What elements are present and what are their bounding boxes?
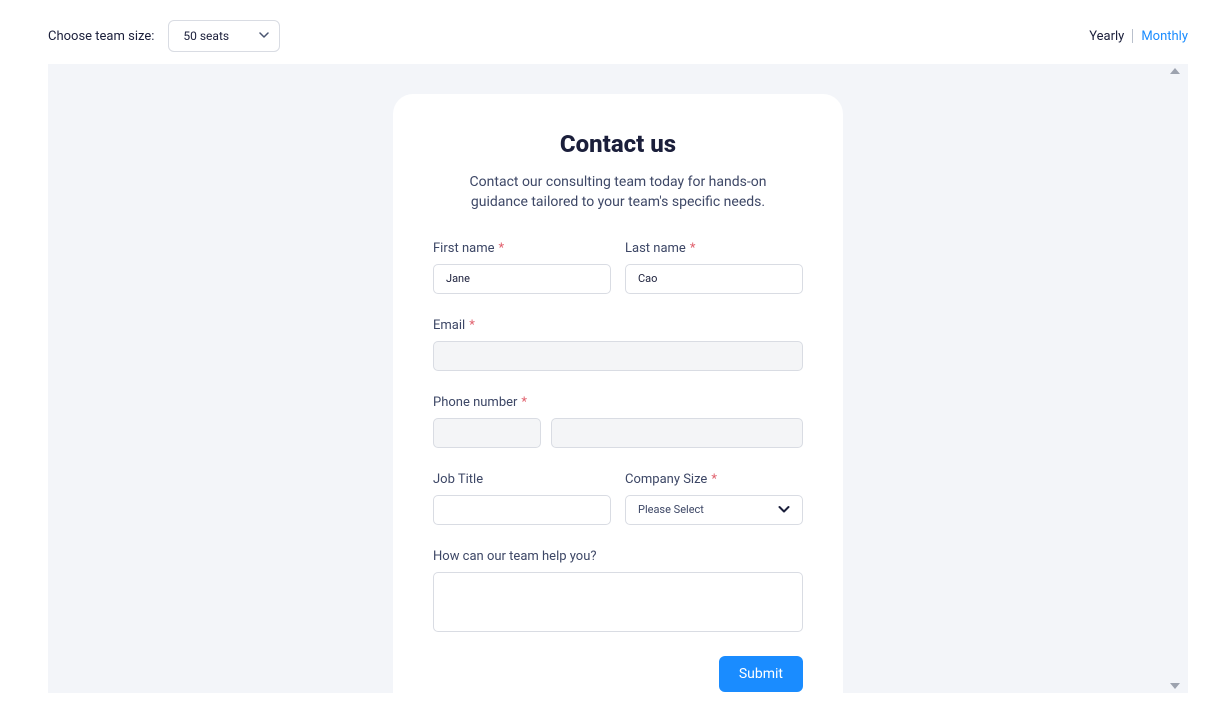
header-bar: Choose team size: 50 seats Yearly Monthl…	[0, 0, 1218, 62]
submit-row: Submit	[433, 656, 803, 692]
company-size-label: Company Size*	[625, 472, 803, 487]
billing-divider	[1132, 29, 1133, 43]
chevron-down-icon	[778, 503, 790, 516]
scroll-down-icon[interactable]	[1170, 683, 1180, 689]
first-name-input[interactable]	[433, 264, 611, 294]
email-field-wrap: Email*	[433, 318, 803, 371]
team-size-value: 50 seats	[183, 29, 229, 43]
job-company-row: Job Title Company Size* Please Select	[433, 472, 803, 525]
phone-number-input[interactable]	[551, 418, 803, 448]
phone-row: Phone number*	[433, 395, 803, 448]
content-area: Contact us Contact our consulting team t…	[48, 64, 1188, 693]
team-size-control: Choose team size: 50 seats	[48, 20, 280, 52]
email-input[interactable]	[433, 341, 803, 371]
billing-yearly-option[interactable]: Yearly	[1089, 29, 1124, 44]
billing-toggle: Yearly Monthly	[1089, 29, 1188, 44]
submit-button[interactable]: Submit	[719, 656, 803, 692]
form-title: Contact us	[433, 130, 803, 158]
form-subtitle: Contact our consulting team today for ha…	[433, 172, 803, 213]
scrollbar[interactable]	[1168, 64, 1182, 693]
last-name-label: Last name*	[625, 241, 803, 256]
help-textarea[interactable]	[433, 572, 803, 632]
team-size-label: Choose team size:	[48, 29, 154, 44]
phone-label: Phone number*	[433, 395, 803, 410]
job-title-label: Job Title	[433, 472, 611, 487]
team-size-select[interactable]: 50 seats	[168, 20, 280, 52]
last-name-field-wrap: Last name*	[625, 241, 803, 294]
help-label: How can our team help you?	[433, 549, 803, 564]
company-size-select[interactable]: Please Select	[625, 495, 803, 525]
email-row: Email*	[433, 318, 803, 371]
job-title-field-wrap: Job Title	[433, 472, 611, 525]
company-size-field-wrap: Company Size* Please Select	[625, 472, 803, 525]
job-title-input[interactable]	[433, 495, 611, 525]
last-name-input[interactable]	[625, 264, 803, 294]
billing-monthly-option[interactable]: Monthly	[1141, 29, 1188, 44]
help-row: How can our team help you?	[433, 549, 803, 632]
scroll-up-icon[interactable]	[1170, 68, 1180, 74]
first-name-field-wrap: First name*	[433, 241, 611, 294]
phone-country-input[interactable]	[433, 418, 541, 448]
email-label: Email*	[433, 318, 803, 333]
company-size-value: Please Select	[638, 503, 704, 516]
first-name-label: First name*	[433, 241, 611, 256]
contact-form-card: Contact us Contact our consulting team t…	[393, 94, 843, 722]
name-row: First name* Last name*	[433, 241, 803, 294]
chevron-down-icon	[259, 32, 267, 40]
